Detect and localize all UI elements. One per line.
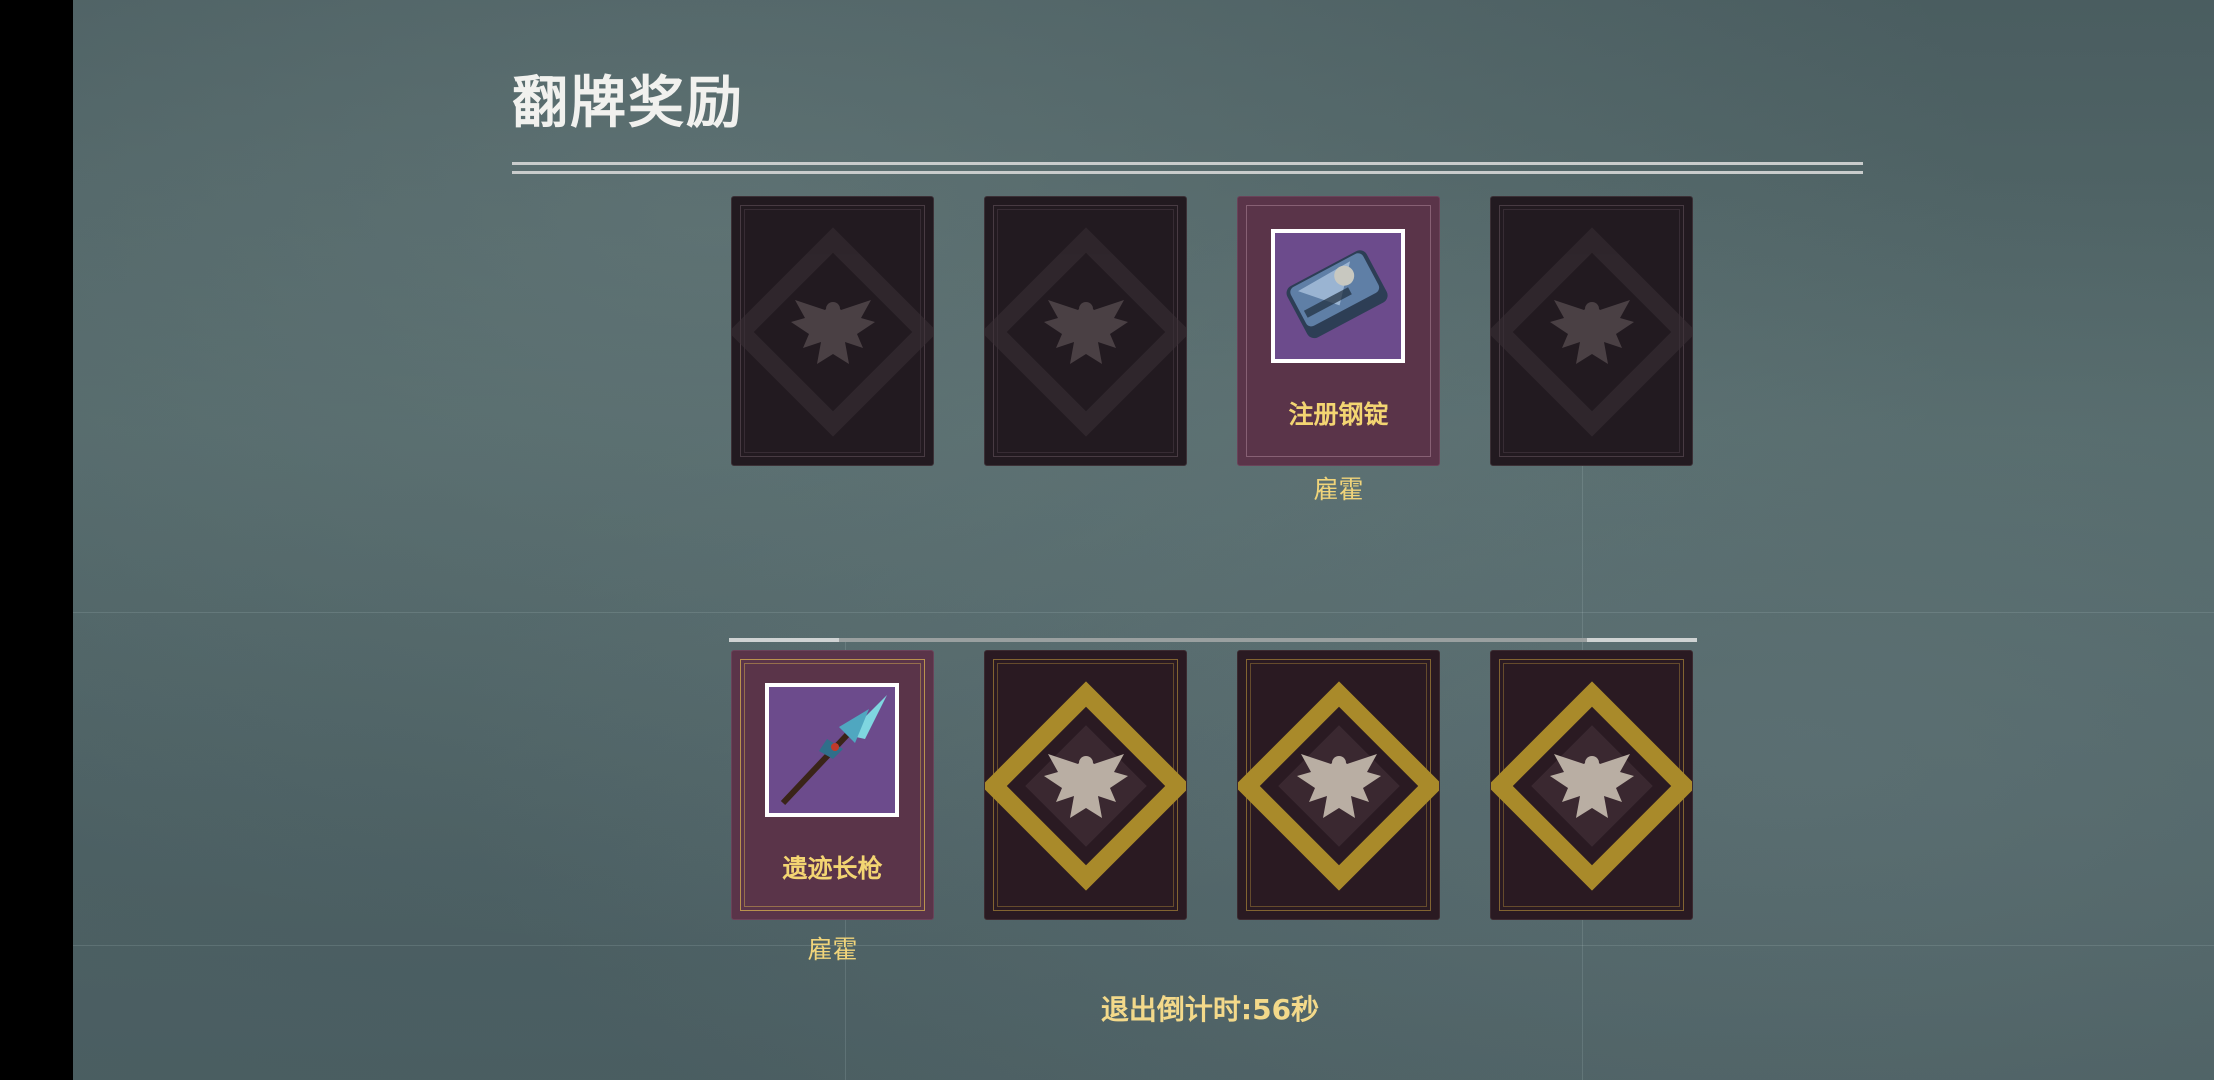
card-back[interactable] xyxy=(1237,650,1440,920)
spear-icon xyxy=(769,687,895,813)
item-name: 注册钢锭 xyxy=(1288,400,1389,429)
eagle-emblem-icon xyxy=(1238,681,1439,891)
title-divider xyxy=(512,162,1863,174)
item-image xyxy=(765,683,899,817)
steel-ingot-icon xyxy=(1275,233,1401,359)
card-back[interactable] xyxy=(731,196,934,466)
eagle-emblem-icon xyxy=(985,227,1186,437)
row-divider xyxy=(729,638,1697,642)
owner-label: 雇霍 xyxy=(807,935,858,964)
eagle-emblem-icon xyxy=(1491,681,1692,891)
card-back[interactable] xyxy=(984,196,1187,466)
background-line xyxy=(73,612,2214,613)
card-revealed[interactable]: 注册钢锭 xyxy=(1237,196,1440,466)
card-back[interactable] xyxy=(1490,196,1693,466)
exit-countdown: 退出倒计时:56秒 xyxy=(1100,993,1320,1026)
eagle-emblem-icon xyxy=(1491,227,1692,437)
card-back[interactable] xyxy=(1490,650,1693,920)
owner-label: 雇霍 xyxy=(1313,475,1364,504)
background-line xyxy=(73,945,2214,946)
page-title: 翻牌奖励 xyxy=(512,71,744,136)
card-revealed[interactable]: 遗迹长枪 xyxy=(731,650,934,920)
item-image xyxy=(1271,229,1405,363)
eagle-emblem-icon xyxy=(985,681,1186,891)
eagle-emblem-icon xyxy=(732,227,933,437)
card-back[interactable] xyxy=(984,650,1187,920)
item-name: 遗迹长枪 xyxy=(782,854,883,883)
